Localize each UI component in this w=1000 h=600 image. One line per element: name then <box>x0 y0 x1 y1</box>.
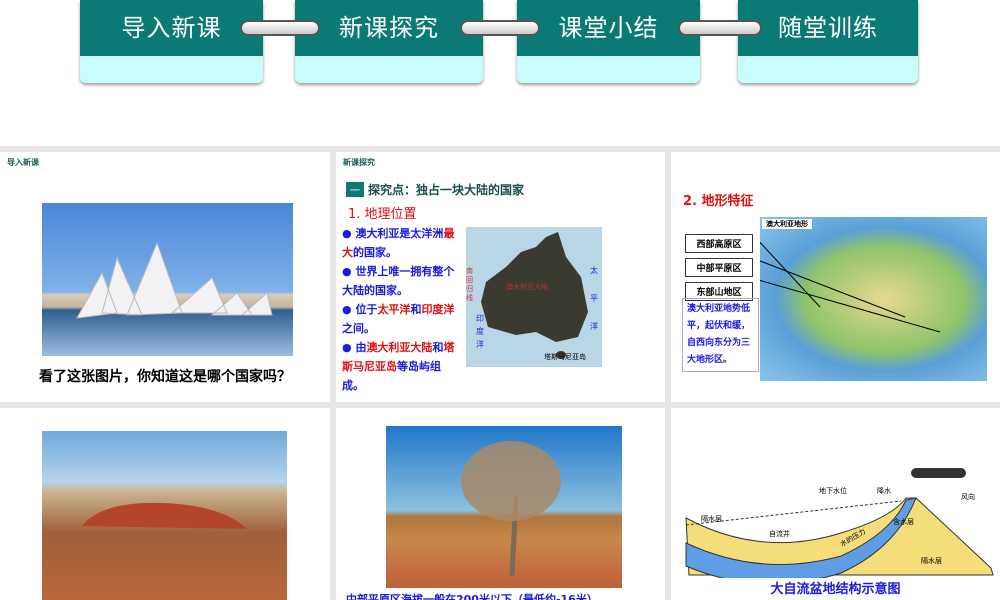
indian-ocean-label: 印度洋 <box>476 314 484 349</box>
tab-explore[interactable]: 新课探究 <box>295 0 483 83</box>
pacific-ocean-label: 太平洋 <box>590 266 598 331</box>
slide-grid: 导入新课 看了这张图片，你知道这是哪个国家吗？ 新课探究 一 探究点：独占一块大… <box>0 146 1000 600</box>
opera-house-image <box>42 203 293 356</box>
question-text: 看了这张图片，你知道这是哪个国家吗？ <box>39 369 291 385</box>
artesian-caption: 大自流盆地结构示意图 <box>770 582 901 597</box>
slide-artesian-basin[interactable]: 地下水位 降水 风向 隔水层 自流井 含水层 水的压力 隔水层 大自流盆地结构示… <box>671 408 1000 600</box>
tab-connector <box>460 20 540 36</box>
australia-location-map: 澳大利亚大陆 南回归线 印度洋 太平洋 塔斯马尼亚岛 <box>466 227 602 367</box>
outback-tree-image <box>386 426 622 588</box>
aquiclude-bottom-label: 隔水层 <box>921 557 942 565</box>
tab-practice[interactable]: 随堂训练 <box>738 0 918 83</box>
heading: 探究点：独占一块大陆的国家 <box>368 183 525 197</box>
aquifer-label: 含水层 <box>893 518 914 526</box>
landform-title: 2. 地形特征 <box>683 194 754 209</box>
wind-label: 风向 <box>961 493 975 501</box>
artesian-diagram: 地下水位 降水 风向 隔水层 自流井 含水层 水的压力 隔水层 <box>681 458 1000 578</box>
subheading: 1. 地理位置 <box>348 207 417 222</box>
aquiclude-top-label: 隔水层 <box>701 515 722 523</box>
heading-badge: 一 <box>346 182 364 197</box>
tab-label: 随堂训练 <box>738 0 918 56</box>
slide-landforms[interactable]: 2. 地形特征 澳大利亚地形 西部高原区 中部平原区 东部山地区 澳大利亚地势低… <box>671 152 1000 402</box>
tasmania-label: 塔斯马尼亚岛 <box>544 353 586 361</box>
tropic-label: 南回归线 <box>466 267 473 302</box>
slide-intro[interactable]: 导入新课 看了这张图片，你知道这是哪个国家吗？ <box>0 152 330 402</box>
bullet-item: ● 澳大利亚是太洋洲最大的国家。 <box>342 227 455 259</box>
tab-label: 新课探究 <box>295 0 483 56</box>
slide-explore[interactable]: 新课探究 一 探究点：独占一块大陆的国家 1. 地理位置 ● 澳大利亚是太洋洲最… <box>336 152 665 402</box>
bullet-item: ● 位于太平洋和印度洋之间。 <box>342 303 455 335</box>
central-plain-caption: 中部平原区海拔一般在200米以下（最低约-16米） <box>346 593 598 600</box>
terrain-map: 澳大利亚地形 <box>760 217 987 381</box>
rain-label: 降水 <box>877 487 891 495</box>
tab-connector <box>678 20 762 36</box>
bullet-item: ● 由澳大利亚大陆和塔斯马尼亚岛等岛屿组成。 <box>342 341 455 392</box>
region-label-central: 中部平原区 <box>685 258 753 277</box>
uluru-image <box>42 431 287 600</box>
region-label-west: 西部高原区 <box>685 234 753 253</box>
tab-summary[interactable]: 课堂小结 <box>517 0 700 83</box>
section-label: 导入新课 <box>7 158 39 167</box>
slide-uluru[interactable] <box>0 408 330 600</box>
bullet-item: ● 世界上唯一拥有整个大陆的国家。 <box>342 265 455 297</box>
tab-connector <box>240 20 320 36</box>
tab-label: 导入新课 <box>80 0 263 56</box>
section-label: 新课探究 <box>343 158 375 167</box>
continent-label: 澳大利亚大陆 <box>506 283 548 291</box>
slide-central-plain[interactable]: 中部平原区海拔一般在200米以下（最低约-16米） <box>336 408 665 600</box>
tab-label: 课堂小结 <box>517 0 700 56</box>
water-table-label: 地下水位 <box>819 487 847 495</box>
well-label: 自流井 <box>769 530 790 538</box>
terrain-note: 澳大利亚地势低平，起伏和缓，自西向东分为三大地形区。 <box>682 298 759 372</box>
tab-intro[interactable]: 导入新课 <box>80 0 263 83</box>
